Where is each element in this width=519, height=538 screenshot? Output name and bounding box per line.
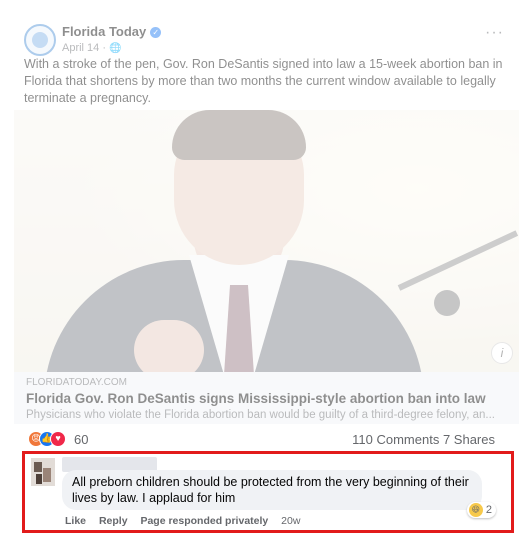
info-icon[interactable]: i [491, 342, 513, 364]
page-responded-note: Page responded privately [140, 515, 269, 527]
verified-badge-icon: ✓ [150, 27, 162, 38]
comment-actions: Like Reply Page responded privately 20w [65, 515, 300, 527]
link-description: Physicians who violate the Florida abort… [26, 409, 496, 421]
more-options-icon[interactable]: ··· [485, 24, 504, 42]
love-reaction-icon: ♥ [50, 430, 66, 447]
post-text: With a stroke of the pen, Gov. Ron DeSan… [24, 57, 503, 105]
comment-time[interactable]: 20w [281, 515, 300, 527]
link-domain: FLORIDATODAY.COM [26, 377, 127, 388]
globe-icon: 🌐 [109, 43, 122, 54]
comments-count[interactable]: 110 Comments [352, 432, 439, 447]
link-title[interactable]: Florida Gov. Ron DeSantis signs Mississi… [26, 391, 507, 406]
comment-reaction[interactable]: 😆 2 [466, 502, 496, 518]
reaction-count[interactable]: 60 [74, 432, 88, 447]
reaction-icons[interactable]: 😡👍 ♥ [28, 430, 66, 447]
comment-text: All preborn children should be protected… [72, 475, 469, 505]
page-avatar[interactable] [24, 24, 56, 56]
commenter-avatar[interactable] [31, 458, 55, 486]
reply-button[interactable]: Reply [99, 515, 128, 527]
shares-count[interactable]: 7 Shares [443, 432, 495, 447]
page-name[interactable]: Florida Today ✓ [62, 24, 162, 39]
highlighted-comment: All preborn children should be protected… [22, 451, 514, 533]
post-image[interactable]: i [14, 110, 519, 372]
comment-bubble: All preborn children should be protected… [62, 470, 496, 518]
link-preview[interactable]: FLORIDATODAY.COM Florida Gov. Ron DeSant… [14, 372, 519, 424]
like-button[interactable]: Like [65, 515, 86, 527]
post-date[interactable]: April 14 · 🌐 [62, 42, 121, 54]
haha-reaction-icon: 😆 [468, 503, 483, 517]
post-stats: 😡👍 ♥ 60 110 Comments 7 Shares [14, 428, 509, 450]
